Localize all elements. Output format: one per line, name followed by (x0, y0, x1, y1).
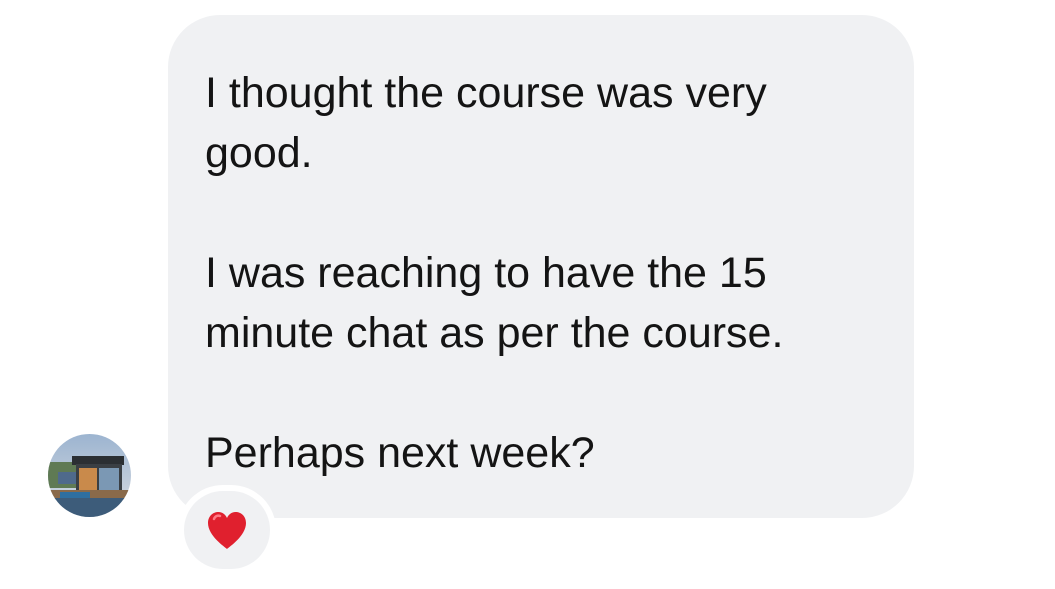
message-paragraph: I was reaching to have the 15 minute cha… (205, 249, 784, 357)
message-paragraph: Perhaps next week? (205, 429, 595, 477)
reaction-badge[interactable] (184, 491, 270, 569)
avatar[interactable] (48, 434, 131, 517)
message-bubble[interactable]: I thought the course was very good. I wa… (168, 15, 914, 518)
red-heart-icon (208, 512, 246, 549)
message-paragraph: I thought the course was very good. (205, 69, 767, 177)
message-thread: I thought the course was very good. I wa… (0, 0, 1055, 589)
